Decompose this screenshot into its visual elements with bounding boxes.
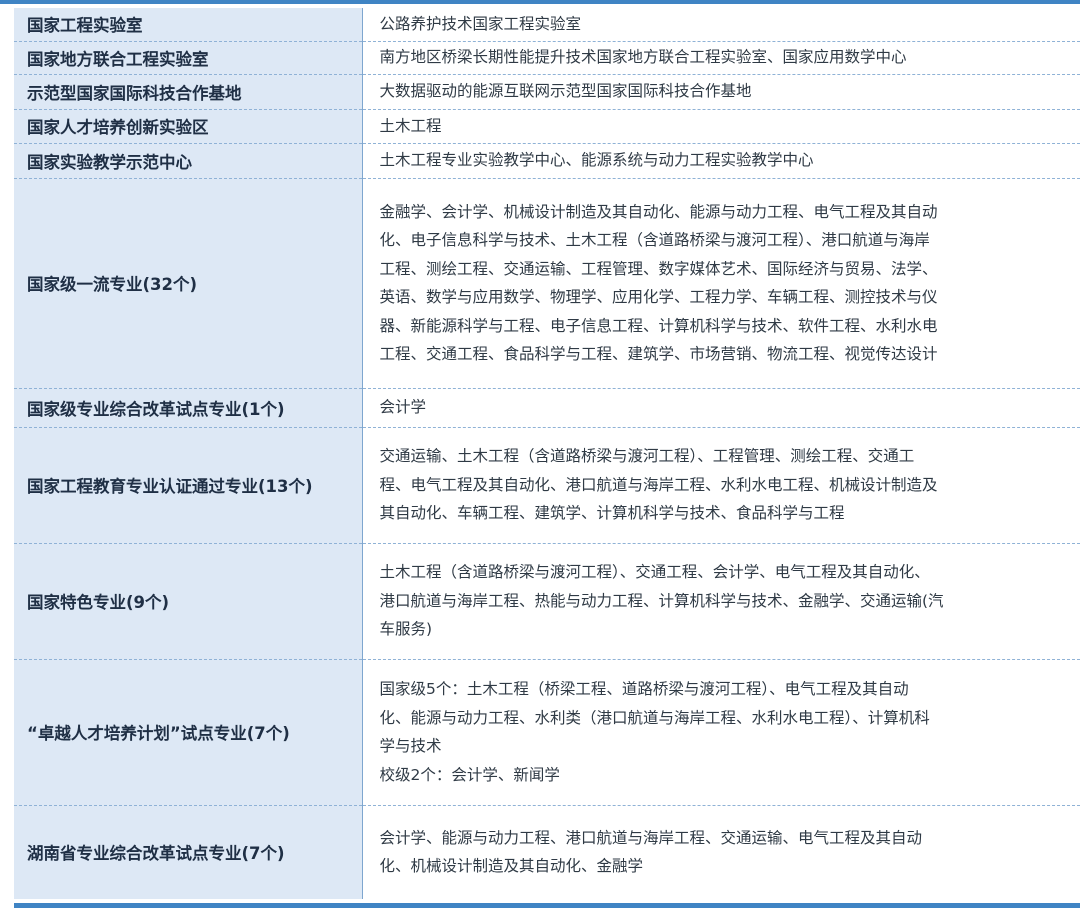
value-line: 土木工程专业实验教学中心、能源系统与动力工程实验教学中心 bbox=[379, 151, 814, 170]
table-row: 湖南省专业综合改革试点专业(7个) 会计学、能源与动力工程、港口航道与海岸工程、… bbox=[14, 804, 1080, 899]
row-label: 国家级一流专业(32个) bbox=[14, 177, 363, 388]
row-label: 国家特色专业(9个) bbox=[14, 542, 363, 659]
value-line: 土木工程 bbox=[379, 116, 442, 135]
table-row: 国家级一流专业(32个) 金融学、会计学、机械设计制造及其自动化、能源与动力工程… bbox=[14, 177, 1080, 388]
row-value: 土木工程（含道路桥梁与渡河工程）、交通工程、会计学、电气工程及其自动化、 港口航… bbox=[362, 542, 1080, 659]
row-label: 国家级专业综合改革试点专业(1个) bbox=[14, 387, 363, 427]
value-line: 国家级5个：土木工程（桥梁工程、道路桥梁与渡河工程）、电气工程及其自动 bbox=[379, 680, 909, 698]
value-line: 会计学 bbox=[379, 398, 427, 417]
row-label: “卓越人才培养计划”试点专业(7个) bbox=[14, 658, 363, 805]
row-value: 交通运输、土木工程（含道路桥梁与渡河工程）、工程管理、测绘工程、交通工 程、电气… bbox=[362, 426, 1080, 543]
row-label: 国家工程教育专业认证通过专业(13个) bbox=[14, 426, 363, 543]
row-label: 国家人才培养创新实验区 bbox=[14, 108, 363, 143]
value-line: 化、能源与动力工程、水利类（港口航道与海岸工程、水利水电工程）、计算机科 bbox=[379, 708, 930, 727]
value-line: 交通运输、土木工程（含道路桥梁与渡河工程）、工程管理、测绘工程、交通工 bbox=[379, 447, 915, 466]
row-label: 国家工程实验室 bbox=[14, 8, 363, 41]
table-row: 国家人才培养创新实验区 土木工程 bbox=[14, 108, 1080, 143]
value-line: 公路养护技术国家工程实验室 bbox=[379, 15, 582, 33]
info-table: 国家工程实验室 公路养护技术国家工程实验室 国家地方联合工程实验室 南方地区桥梁… bbox=[14, 8, 1080, 899]
bottom-rule bbox=[14, 903, 1080, 908]
value-line: 化、机械设计制造及其自动化、金融学 bbox=[379, 857, 644, 876]
value-line: 南方地区桥梁长期性能提升技术国家地方联合工程实验室、国家应用数学中心 bbox=[379, 48, 907, 67]
row-value: 土木工程专业实验教学中心、能源系统与动力工程实验教学中心 bbox=[362, 142, 1080, 178]
row-value: 会计学、能源与动力工程、港口航道与海岸工程、交通运输、电气工程及其自动 化、机械… bbox=[362, 804, 1080, 899]
table-row: 国家实验教学示范中心 土木工程专业实验教学中心、能源系统与动力工程实验教学中心 bbox=[14, 142, 1080, 178]
value-line: 会计学、能源与动力工程、港口航道与海岸工程、交通运输、电气工程及其自动 bbox=[379, 828, 923, 847]
table-row: 示范型国家国际科技合作基地 大数据驱动的能源互联网示范型国家国际科技合作基地 bbox=[14, 73, 1080, 109]
row-label: 国家地方联合工程实验室 bbox=[14, 40, 363, 74]
value-line: 港口航道与海岸工程、热能与动力工程、计算机科学与技术、金融学、交通运输(汽 bbox=[379, 591, 944, 610]
value-line: 金融学、会计学、机械设计制造及其自动化、能源与动力工程、电气工程及其自动 bbox=[379, 202, 938, 221]
row-value: 会计学 bbox=[362, 387, 1080, 427]
table-row: 国家级专业综合改革试点专业(1个) 会计学 bbox=[14, 387, 1080, 427]
value-line: 器、新能源科学与工程、电子信息工程、计算机科学与技术、软件工程、水利水电 bbox=[379, 316, 938, 335]
value-line: 工程、测绘工程、交通运输、工程管理、数字媒体艺术、国际经济与贸易、法学、 bbox=[379, 259, 938, 278]
value-line: 校级2个：会计学、新闻学 bbox=[379, 765, 560, 784]
table-row: 国家地方联合工程实验室 南方地区桥梁长期性能提升技术国家地方联合工程实验室、国家… bbox=[14, 40, 1080, 74]
row-value: 公路养护技术国家工程实验室 bbox=[362, 8, 1080, 41]
row-value: 南方地区桥梁长期性能提升技术国家地方联合工程实验室、国家应用数学中心 bbox=[362, 40, 1080, 74]
row-value: 大数据驱动的能源互联网示范型国家国际科技合作基地 bbox=[362, 73, 1080, 109]
value-line: 学与技术 bbox=[379, 737, 442, 755]
row-label: 湖南省专业综合改革试点专业(7个) bbox=[14, 804, 363, 899]
value-line: 程、电气工程及其自动化、港口航道与海岸工程、水利水电工程、机械设计制造及 bbox=[379, 475, 938, 494]
table-row: 国家工程教育专业认证通过专业(13个) 交通运输、土木工程（含道路桥梁与渡河工程… bbox=[14, 426, 1080, 543]
value-line: 大数据驱动的能源互联网示范型国家国际科技合作基地 bbox=[379, 82, 752, 101]
value-line: 工程、交通工程、食品科学与工程、建筑学、市场营销、物流工程、视觉传达设计 bbox=[379, 345, 938, 363]
value-line: 土木工程（含道路桥梁与渡河工程）、交通工程、会计学、电气工程及其自动化、 bbox=[379, 563, 930, 582]
value-line: 化、电子信息科学与技术、土木工程（含道路桥梁与渡河工程）、港口航道与海岸 bbox=[379, 231, 930, 249]
value-line: 其自动化、车辆工程、建筑学、计算机科学与技术、食品科学与工程 bbox=[379, 504, 845, 523]
value-line: 英语、数学与应用数学、物理学、应用化学、工程力学、车辆工程、测控技术与仪 bbox=[379, 288, 938, 306]
row-label: 示范型国家国际科技合作基地 bbox=[14, 73, 363, 109]
table-row: “卓越人才培养计划”试点专业(7个) 国家级5个：土木工程（桥梁工程、道路桥梁与… bbox=[14, 658, 1080, 805]
table-row: 国家特色专业(9个) 土木工程（含道路桥梁与渡河工程）、交通工程、会计学、电气工… bbox=[14, 542, 1080, 659]
value-line: 车服务) bbox=[379, 620, 433, 639]
row-label: 国家实验教学示范中心 bbox=[14, 142, 363, 178]
row-value: 国家级5个：土木工程（桥梁工程、道路桥梁与渡河工程）、电气工程及其自动 化、能源… bbox=[362, 658, 1080, 805]
row-value: 土木工程 bbox=[362, 108, 1080, 143]
row-value: 金融学、会计学、机械设计制造及其自动化、能源与动力工程、电气工程及其自动 化、电… bbox=[362, 177, 1080, 388]
table-row: 国家工程实验室 公路养护技术国家工程实验室 bbox=[14, 8, 1080, 41]
